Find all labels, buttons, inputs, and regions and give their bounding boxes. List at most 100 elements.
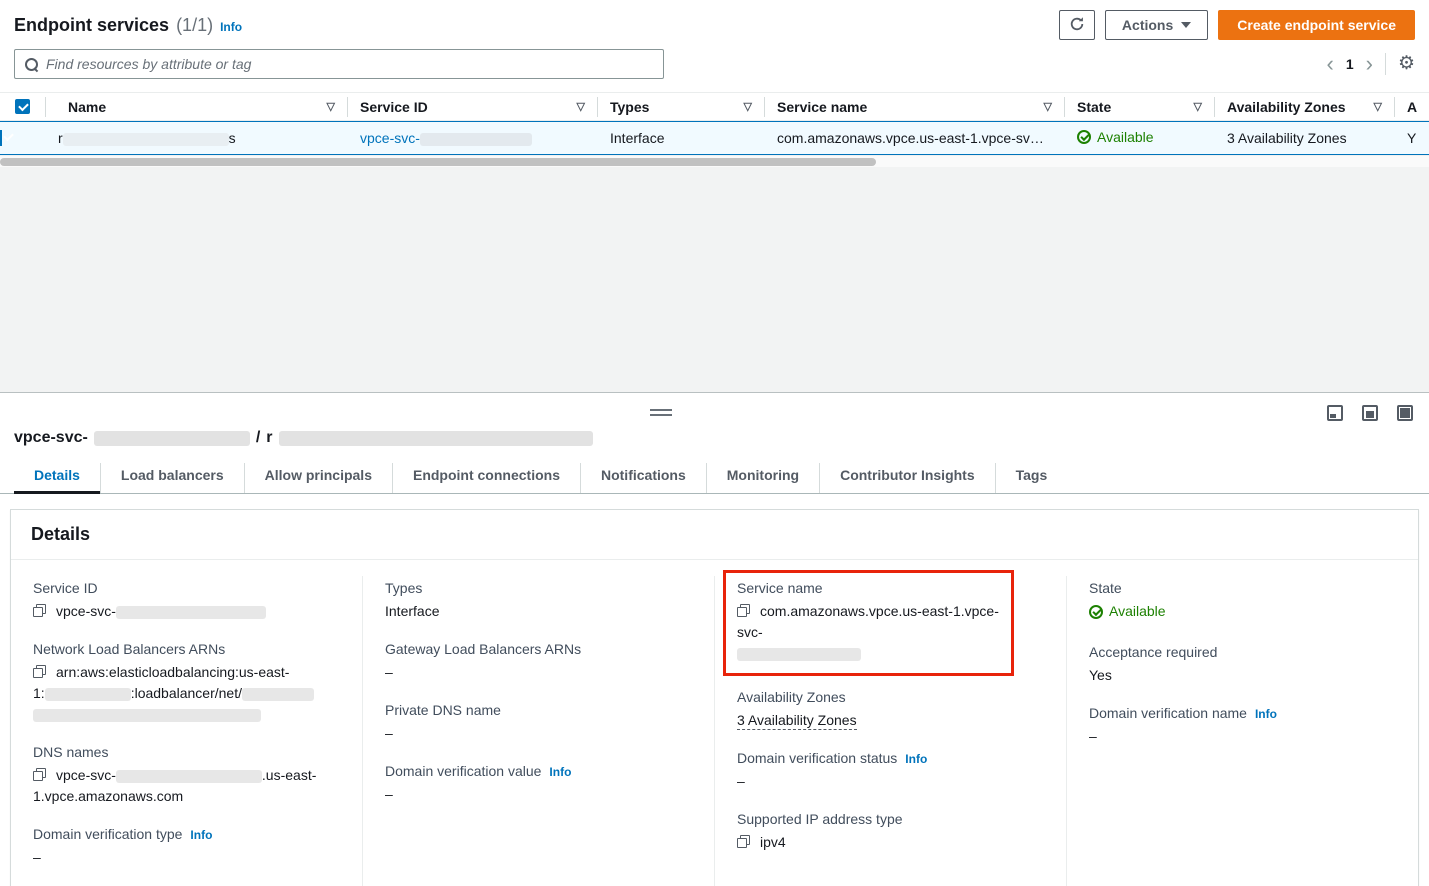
- field-value: 3 Availability Zones: [737, 710, 1042, 731]
- filter-icon[interactable]: ▽: [744, 100, 752, 113]
- scrollbar-thumb[interactable]: [0, 158, 876, 166]
- service-id-link[interactable]: vpce-svc-: [360, 130, 532, 146]
- search-box[interactable]: [14, 49, 664, 79]
- filter-icon[interactable]: ▽: [1044, 100, 1052, 113]
- info-link[interactable]: Info: [549, 765, 571, 779]
- column-header-service-name[interactable]: Service name▽: [765, 97, 1065, 117]
- column-header-availability-zones[interactable]: Availability Zones▽: [1215, 97, 1395, 117]
- current-page[interactable]: 1: [1346, 56, 1354, 72]
- tab-contributor-insights[interactable]: Contributor Insights: [819, 463, 995, 493]
- page-title: Endpoint services: [14, 15, 169, 36]
- table-row[interactable]: rs vpce-svc- Interface com.amazonaws.vpc…: [0, 121, 1429, 155]
- endpoint-services-table: Name▽Service ID▽Types▽Service name▽State…: [0, 92, 1429, 167]
- settings-gear-icon[interactable]: ⚙: [1398, 54, 1415, 74]
- title-info-link[interactable]: Info: [220, 20, 242, 34]
- details-heading: Details: [31, 524, 1398, 545]
- panel-maximize-icon[interactable]: [1397, 405, 1413, 421]
- redacted-text: [33, 709, 261, 722]
- actions-button[interactable]: Actions: [1105, 10, 1208, 40]
- field-value: 1::loadbalancer/net/: [33, 683, 338, 704]
- divider: [1385, 53, 1386, 75]
- name-suffix: s: [229, 130, 236, 146]
- filter-icon[interactable]: ▽: [577, 100, 585, 113]
- horizontal-scrollbar[interactable]: [0, 155, 1429, 167]
- tab-tags[interactable]: Tags: [995, 463, 1068, 493]
- tab-load-balancers[interactable]: Load balancers: [100, 463, 244, 493]
- column-header-a[interactable]: A: [1395, 97, 1429, 117]
- tab-details[interactable]: Details: [14, 463, 100, 493]
- panel-position-side-icon[interactable]: [1362, 405, 1378, 421]
- field-value: Interface: [385, 601, 690, 622]
- tab-endpoint-connections[interactable]: Endpoint connections: [392, 463, 580, 493]
- tab-monitoring[interactable]: Monitoring: [706, 463, 819, 493]
- redacted-text: [94, 431, 250, 446]
- value-text: :loadbalancer/net/: [131, 685, 242, 701]
- details-column-2: TypesInterfaceGateway Load Balancers ARN…: [362, 576, 714, 886]
- info-link[interactable]: Info: [905, 752, 927, 766]
- panel-position-bottom-icon[interactable]: [1327, 405, 1343, 421]
- field-value: –: [385, 723, 690, 744]
- field-label: Types: [385, 580, 422, 596]
- tab-allow-principals[interactable]: Allow principals: [244, 463, 392, 493]
- value-text: –: [385, 786, 393, 802]
- copy-icon[interactable]: [33, 604, 46, 617]
- availability-zones-link[interactable]: 3 Availability Zones: [1227, 130, 1347, 146]
- split-panel-drag-handle[interactable]: [650, 409, 672, 419]
- field-domain-verification-value: Domain verification value Info –: [385, 763, 690, 805]
- chevron-left-icon[interactable]: ‹: [1327, 54, 1334, 74]
- available-check-icon: [1089, 605, 1103, 619]
- value-text: com.amazonaws.vpce.us-east-1.vpce-svc-: [737, 603, 999, 640]
- field-domain-verification-status: Domain verification statusInfo–: [737, 750, 1042, 792]
- filter-icon[interactable]: ▽: [1194, 100, 1202, 113]
- field-label: Domain verification value: [385, 763, 541, 779]
- copy-icon[interactable]: [737, 835, 750, 848]
- field-value: –: [1089, 726, 1394, 747]
- copy-icon[interactable]: [33, 665, 46, 678]
- field-value: –: [33, 847, 338, 868]
- field-acceptance-required: Acceptance required Yes: [1089, 644, 1394, 686]
- field-label: Acceptance required: [1089, 644, 1217, 660]
- field-value: vpce-svc-.us-east-: [33, 765, 338, 786]
- value-text: –: [1089, 728, 1097, 744]
- availability-zones-link[interactable]: 3 Availability Zones: [737, 712, 857, 730]
- value-text: vpce-svc-: [56, 603, 116, 619]
- details-card-header: Details: [11, 510, 1418, 560]
- field-label: Service name: [737, 580, 823, 596]
- copy-icon[interactable]: [737, 604, 750, 617]
- create-endpoint-service-button[interactable]: Create endpoint service: [1218, 10, 1415, 40]
- header-actions: Actions Create endpoint service: [1059, 10, 1415, 40]
- cell-service-id: vpce-svc-: [348, 130, 598, 146]
- copy-icon[interactable]: [33, 768, 46, 781]
- field-value: –: [385, 784, 690, 805]
- column-header-name[interactable]: Name▽: [46, 97, 348, 117]
- redacted-text: [737, 648, 861, 661]
- filter-icon[interactable]: ▽: [327, 100, 335, 113]
- row-select-cell: [0, 130, 46, 146]
- chevron-down-icon: [1181, 22, 1191, 28]
- redacted-text: [242, 688, 314, 701]
- field-value: –: [737, 771, 1042, 792]
- column-header-state[interactable]: State ▽: [1065, 97, 1215, 117]
- field-value: [737, 643, 1001, 664]
- refresh-icon: [1069, 16, 1085, 35]
- search-input[interactable]: [46, 56, 653, 72]
- field-label: Availability Zones: [737, 689, 846, 705]
- field-label: Service ID: [33, 580, 98, 596]
- column-label: Service ID: [360, 99, 428, 115]
- refresh-button[interactable]: [1059, 10, 1095, 40]
- field-value: [33, 704, 338, 725]
- column-header-types[interactable]: Types▽: [598, 97, 765, 117]
- info-link[interactable]: Info: [1255, 707, 1277, 721]
- column-label: State: [1077, 99, 1111, 115]
- column-header-service-id[interactable]: Service ID ▽: [348, 97, 598, 117]
- field-value: Yes: [1089, 665, 1394, 686]
- state-text: Available: [1097, 129, 1154, 145]
- row-checkbox[interactable]: [0, 130, 2, 146]
- value-text: arn:aws:elasticloadbalancing:us-east-: [56, 664, 289, 680]
- tab-notifications[interactable]: Notifications: [580, 463, 706, 493]
- resource-list-section: Endpoint services (1/1) Info Actions Cre…: [0, 0, 1429, 392]
- info-link[interactable]: Info: [190, 828, 212, 842]
- select-all-checkbox[interactable]: [15, 99, 30, 114]
- chevron-right-icon[interactable]: ›: [1366, 54, 1373, 74]
- filter-icon[interactable]: ▽: [1374, 100, 1382, 113]
